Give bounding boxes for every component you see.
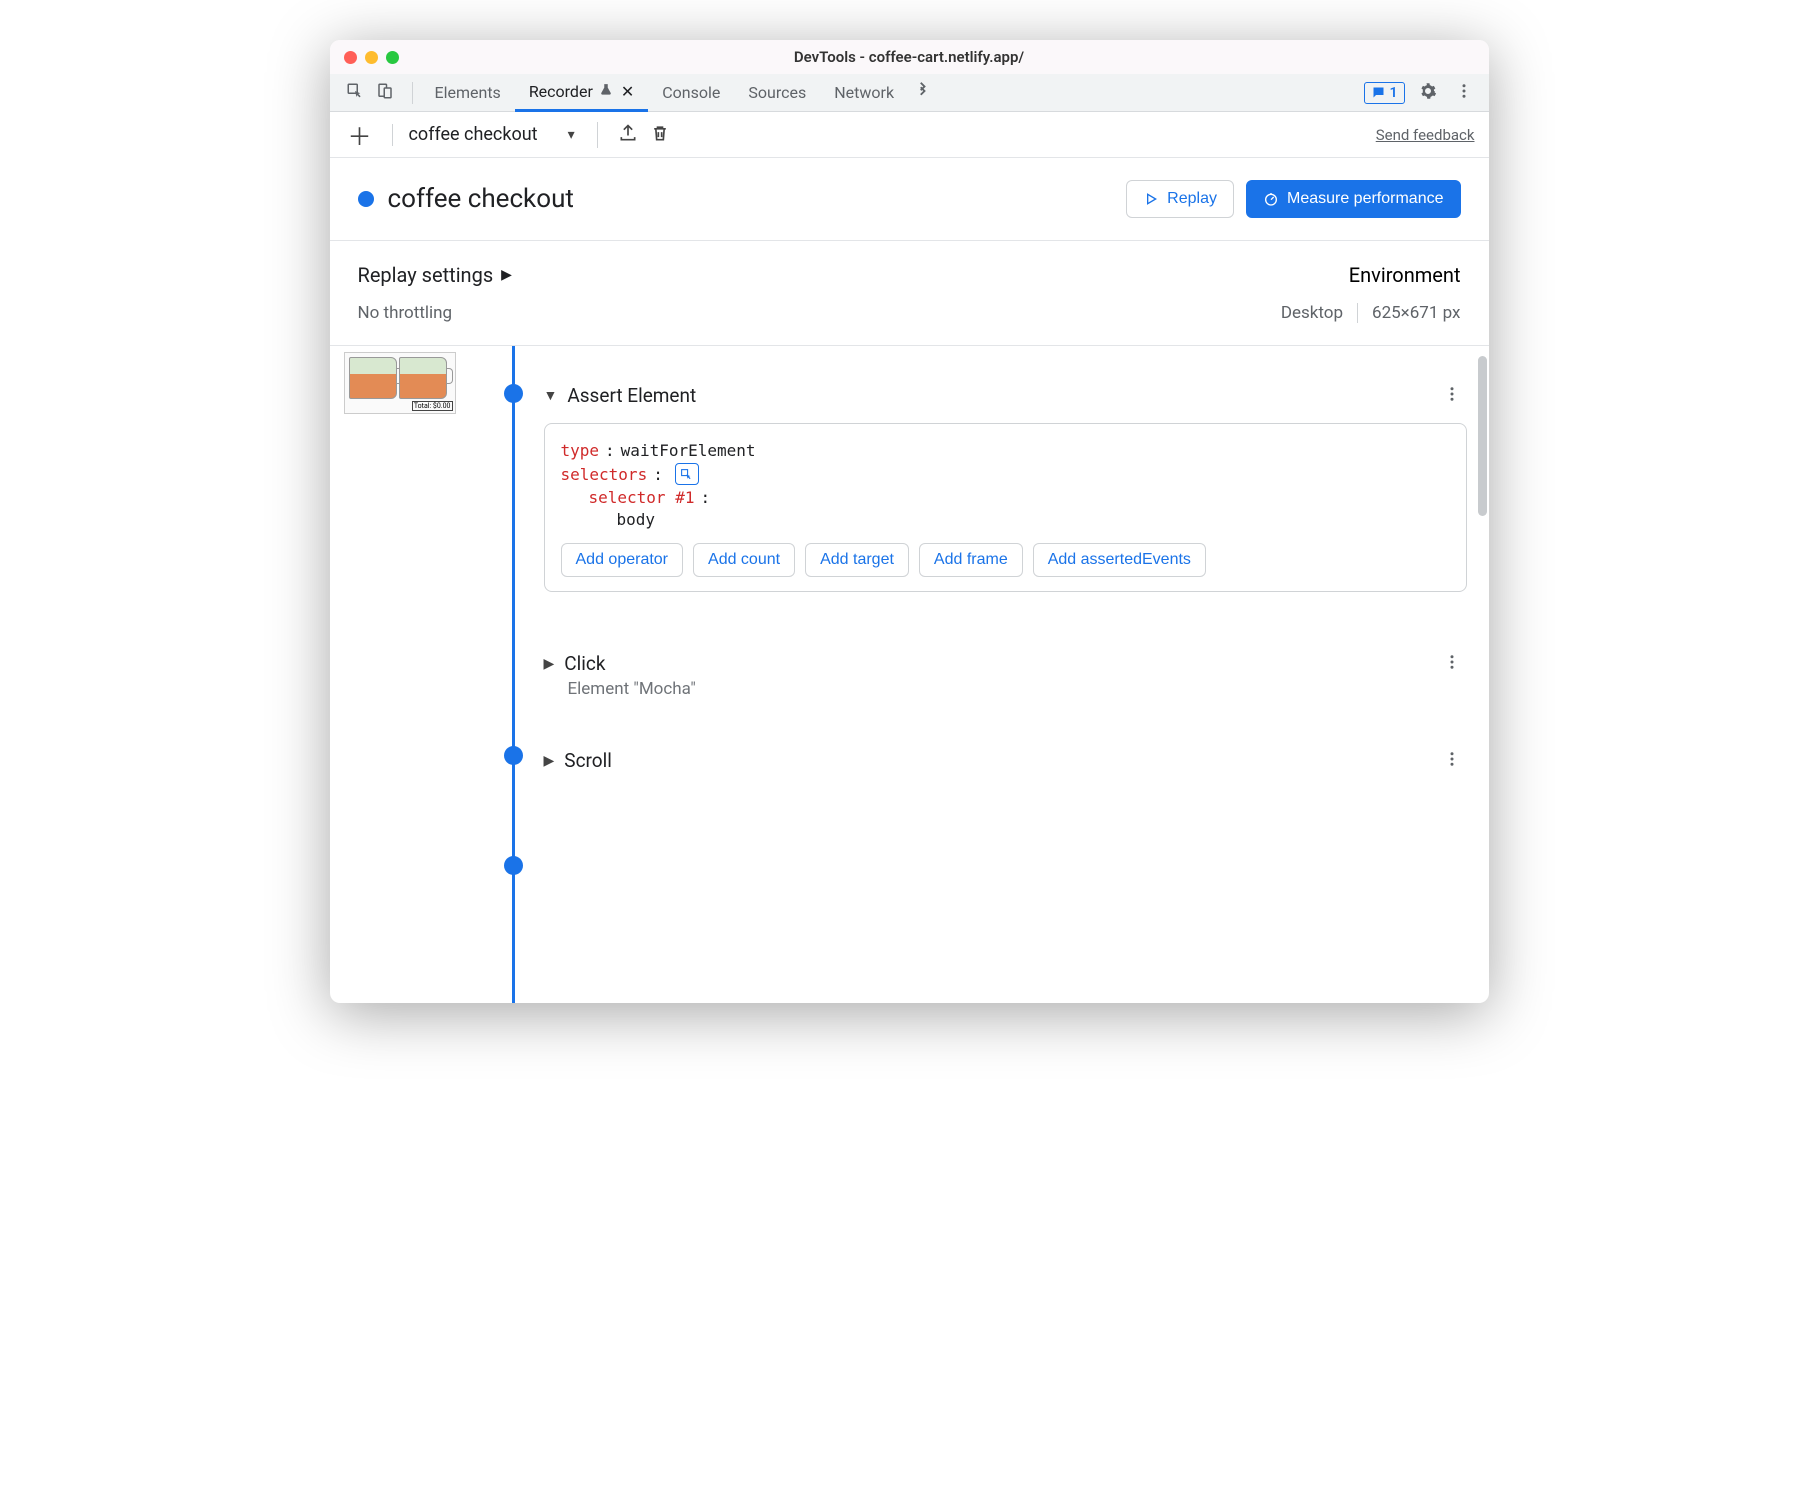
flask-icon	[599, 83, 613, 101]
recording-title: coffee checkout	[388, 184, 1115, 214]
step-subtitle: Element "Mocha"	[568, 679, 1467, 699]
recording-name: coffee checkout	[409, 124, 538, 145]
step-details: type: waitForElement selectors: selector…	[544, 423, 1467, 592]
delete-icon[interactable]	[644, 123, 676, 147]
window-title: DevTools - coffee-cart.netlify.app/	[330, 48, 1489, 66]
replay-settings-section: Replay settings ▶ No throttling Environm…	[330, 241, 1489, 346]
badge-count: 1	[1390, 85, 1398, 101]
caret-down-icon[interactable]: ▼	[544, 387, 558, 404]
minimize-window-button[interactable]	[365, 51, 378, 64]
steps-timeline: Total: $0.00 ▼ Assert Element type: wait…	[330, 346, 1489, 1003]
window-controls	[344, 51, 399, 64]
close-tab-icon[interactable]: ✕	[621, 82, 634, 101]
add-frame-button[interactable]: Add frame	[919, 543, 1023, 577]
replay-button[interactable]: Replay	[1126, 180, 1234, 218]
issues-badge[interactable]: 1	[1364, 82, 1405, 104]
recording-dropdown[interactable]: coffee checkout ▾	[401, 124, 583, 145]
recording-status-dot	[358, 191, 374, 207]
step-scroll: ▶ Scroll	[544, 723, 1467, 796]
more-tabs-icon[interactable]	[914, 82, 932, 104]
more-menu-icon[interactable]	[1451, 82, 1477, 104]
timeline-track	[512, 346, 515, 1003]
separator	[392, 124, 393, 146]
tab-network[interactable]: Network	[820, 74, 908, 112]
step-title: Click	[564, 652, 605, 675]
step-menu-icon[interactable]	[1437, 385, 1467, 407]
maximize-window-button[interactable]	[386, 51, 399, 64]
replay-settings-toggle[interactable]: Replay settings ▶	[358, 263, 1281, 287]
export-icon[interactable]	[612, 123, 644, 147]
viewport-value: 625×671 px	[1372, 303, 1460, 323]
step-dot	[504, 384, 523, 403]
step-menu-icon[interactable]	[1437, 750, 1467, 772]
caret-right-icon[interactable]: ▶	[544, 753, 555, 769]
scrollbar[interactable]	[1478, 356, 1487, 516]
caret-right-icon[interactable]: ▶	[544, 656, 555, 672]
add-operator-button[interactable]: Add operator	[561, 543, 684, 577]
chevron-down-icon: ▾	[568, 127, 575, 143]
step-menu-icon[interactable]	[1437, 653, 1467, 675]
inspect-element-icon[interactable]	[346, 82, 364, 104]
recording-header: coffee checkout Replay Measure performan…	[330, 158, 1489, 241]
device-toggle-icon[interactable]	[376, 82, 394, 104]
thumb-total: Total: $0.00	[412, 401, 453, 411]
step-click: ▶ Click Element "Mocha"	[544, 616, 1467, 723]
add-target-button[interactable]: Add target	[805, 543, 909, 577]
separator	[1357, 303, 1358, 323]
tab-recorder[interactable]: Recorder ✕	[515, 74, 648, 112]
close-window-button[interactable]	[344, 51, 357, 64]
step-assert-element: ▼ Assert Element type: waitForElement se…	[544, 356, 1467, 616]
devtools-tabs: Elements Recorder ✕ Console Sources Netw…	[330, 74, 1489, 112]
screenshot-thumbnail[interactable]: Total: $0.00	[344, 352, 456, 414]
step-title: Scroll	[564, 749, 612, 772]
titlebar: DevTools - coffee-cart.netlify.app/	[330, 40, 1489, 74]
tab-sources[interactable]: Sources	[734, 74, 820, 112]
add-count-button[interactable]: Add count	[693, 543, 795, 577]
send-feedback-link[interactable]: Send feedback	[1376, 126, 1475, 144]
step-dot	[504, 856, 523, 875]
recorder-toolbar: ＋ coffee checkout ▾ Send feedback	[330, 112, 1489, 158]
tab-console[interactable]: Console	[648, 74, 734, 112]
step-title: Assert Element	[567, 384, 696, 407]
settings-icon[interactable]	[1419, 82, 1437, 104]
throttling-value: No throttling	[358, 303, 1281, 323]
tab-elements[interactable]: Elements	[421, 74, 515, 112]
select-element-icon[interactable]	[675, 463, 699, 485]
measure-performance-button[interactable]: Measure performance	[1246, 180, 1461, 218]
separator	[597, 122, 598, 148]
separator	[412, 82, 413, 104]
new-recording-button[interactable]: ＋	[344, 117, 384, 152]
device-value: Desktop	[1281, 303, 1343, 323]
add-assertedevents-button[interactable]: Add assertedEvents	[1033, 543, 1206, 577]
environment-label: Environment	[1281, 263, 1461, 287]
caret-right-icon: ▶	[501, 267, 512, 283]
step-dot	[504, 746, 523, 765]
